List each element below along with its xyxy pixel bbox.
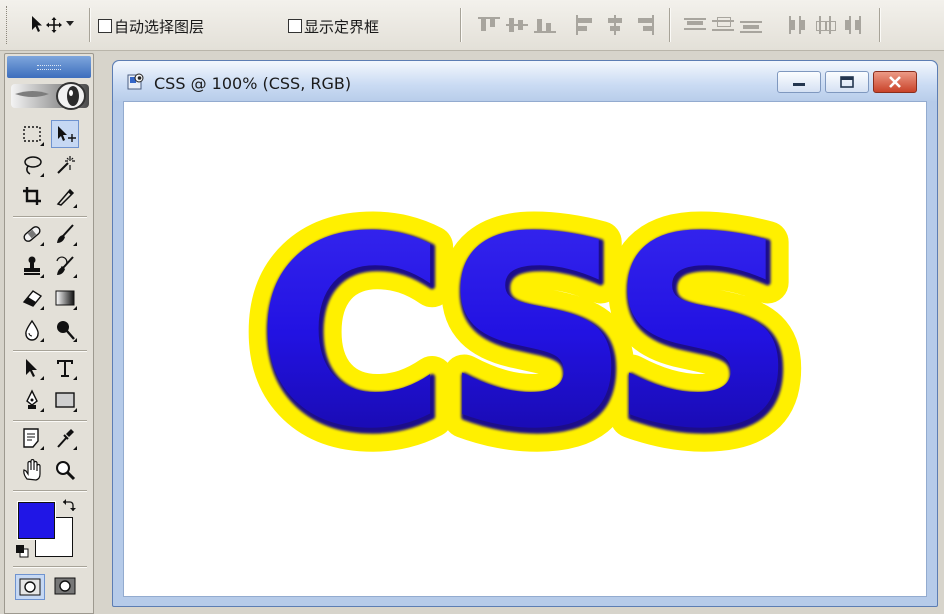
distribute-horizontal-center-icon[interactable]	[814, 15, 836, 35]
type-tool-button[interactable]	[51, 354, 79, 382]
foreground-color-swatch[interactable]	[17, 501, 56, 540]
default-colors-icon[interactable]	[15, 544, 29, 558]
css-artwork: CSS CSS CSS	[236, 163, 821, 510]
move-tool-icon	[32, 16, 62, 33]
dodge-tool-button[interactable]	[51, 316, 79, 344]
zoom-tool-button[interactable]	[51, 456, 79, 484]
magic-wand-tool-button[interactable]	[51, 151, 79, 179]
document-canvas[interactable]: CSS CSS CSS	[123, 101, 927, 597]
align-left-icon[interactable]	[574, 15, 596, 35]
document-window: CSS @ 100% (CSS, RGB) CSS CSS CSS	[112, 60, 938, 607]
maximize-icon	[840, 76, 854, 88]
photoshop-document-icon	[127, 73, 144, 90]
chevron-down-icon	[66, 21, 74, 26]
standard-mode-icon	[19, 578, 41, 596]
slice-tool-button[interactable]	[51, 182, 79, 210]
marquee-tool-button[interactable]	[18, 120, 46, 148]
options-divider	[879, 8, 881, 42]
photoshop-logo-icon	[11, 82, 89, 110]
notes-tool-button[interactable]	[18, 424, 46, 452]
show-bounding-box-checkbox[interactable]: 显示定界框	[288, 16, 379, 36]
swap-colors-icon[interactable]	[60, 498, 76, 514]
move-tool-button[interactable]	[51, 120, 79, 148]
toolbox-divider	[13, 420, 87, 422]
standard-mode-button[interactable]	[15, 574, 45, 600]
distribute-top-icon[interactable]	[684, 15, 706, 35]
eraser-tool-button[interactable]	[18, 284, 46, 312]
healing-brush-tool-button[interactable]	[18, 220, 46, 248]
tool-preset-picker[interactable]	[22, 11, 82, 39]
toolbox-divider	[13, 566, 87, 568]
show-bounding-box-label: 显示定界框	[304, 17, 380, 36]
artwork-text: CSS	[255, 181, 788, 486]
options-bar-grip[interactable]	[6, 6, 10, 44]
maximize-button[interactable]	[825, 71, 869, 93]
quick-mask-mode-button[interactable]	[51, 574, 81, 600]
document-title-bar[interactable]: CSS @ 100% (CSS, RGB)	[113, 61, 937, 101]
options-divider	[89, 8, 91, 42]
minimize-icon	[793, 83, 805, 86]
minimize-button[interactable]	[777, 71, 821, 93]
hand-tool-button[interactable]	[18, 456, 46, 484]
distribute-bottom-icon[interactable]	[740, 15, 762, 35]
clone-stamp-tool-button[interactable]	[18, 252, 46, 280]
checkbox-box[interactable]	[98, 19, 112, 33]
magnifier-icon	[56, 461, 76, 481]
auto-select-layer-label: 自动选择图层	[114, 17, 205, 36]
toolbox-panel	[4, 53, 94, 614]
toolbox-divider	[13, 350, 87, 352]
lasso-tool-button[interactable]	[18, 151, 46, 179]
magic-wand-icon	[57, 156, 75, 174]
move-icon	[58, 126, 76, 142]
rectangle-tool-button[interactable]	[51, 386, 79, 414]
checkbox-box[interactable]	[288, 19, 302, 33]
options-bar: 自动选择图层 显示定界框	[0, 0, 944, 51]
align-top-icon[interactable]	[478, 15, 500, 35]
align-right-icon[interactable]	[634, 15, 656, 35]
distribute-right-icon[interactable]	[842, 15, 864, 35]
options-divider	[669, 8, 671, 42]
toolbox-divider	[13, 216, 87, 218]
distribute-vertical-center-icon[interactable]	[712, 15, 734, 35]
blur-tool-button[interactable]	[18, 316, 46, 344]
crop-icon	[23, 187, 41, 205]
path-selection-tool-button[interactable]	[18, 354, 46, 382]
close-icon	[889, 76, 901, 88]
history-brush-tool-button[interactable]	[51, 252, 79, 280]
gradient-tool-button[interactable]	[51, 284, 79, 312]
close-button[interactable]	[873, 71, 917, 93]
hand-icon	[23, 459, 41, 481]
auto-select-layer-checkbox[interactable]: 自动选择图层	[98, 16, 204, 36]
align-vertical-center-icon[interactable]	[506, 15, 528, 35]
align-bottom-icon[interactable]	[534, 15, 556, 35]
align-horizontal-center-icon[interactable]	[604, 15, 626, 35]
toolbox-title-bar[interactable]	[7, 56, 91, 78]
distribute-left-icon[interactable]	[786, 15, 808, 35]
toolbox-divider	[13, 490, 87, 492]
pen-tool-button[interactable]	[18, 386, 46, 414]
document-title: CSS @ 100% (CSS, RGB)	[154, 74, 352, 93]
eyedropper-tool-button[interactable]	[51, 424, 79, 452]
crop-tool-button[interactable]	[18, 182, 46, 210]
options-divider	[460, 8, 462, 42]
quick-mask-icon	[54, 577, 76, 595]
brush-tool-button[interactable]	[51, 220, 79, 248]
